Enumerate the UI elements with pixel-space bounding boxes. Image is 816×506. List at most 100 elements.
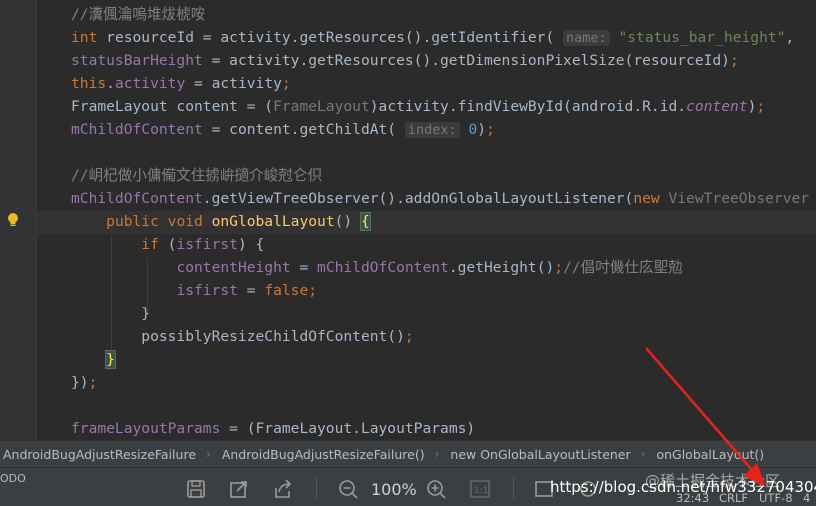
bottom-toolbar: ODO 100% 1:1 @稀土掘金技术社区 https://blog.csdn… bbox=[0, 467, 816, 506]
code-token: , bbox=[785, 29, 795, 46]
breadcrumb-item-label: new OnGlobalLayoutListener bbox=[450, 446, 631, 462]
code-token: .getViewTreeObserver().addOnGlobalLayout… bbox=[202, 190, 634, 207]
code-token: //倡吋僟仕庅堲勊 bbox=[563, 259, 683, 276]
code-line[interactable]: }); bbox=[71, 371, 97, 394]
code-token: "status_bar_height" bbox=[618, 29, 786, 46]
breadcrumb: AndroidBugAdjustResizeFailure › AndroidB… bbox=[0, 440, 816, 467]
code-token: ; bbox=[729, 52, 739, 69]
code-token: 0 bbox=[468, 121, 478, 138]
code-token: content bbox=[686, 98, 748, 115]
code-token: contentHeight bbox=[176, 259, 291, 276]
code-token: ; bbox=[486, 121, 495, 138]
code-token: //岄杞做小傭僃文住掳峅擿介峻尅仑伿 bbox=[71, 167, 323, 184]
code-line[interactable]: //瀵偑瀹嗚堆炦椃咹 bbox=[71, 3, 205, 26]
caret-position[interactable]: 32:43 bbox=[676, 491, 709, 505]
code-token: FrameLayout content = ( bbox=[71, 98, 274, 115]
code-token: mChildOfContent bbox=[71, 121, 203, 138]
code-token: onGlobalLayout bbox=[211, 213, 335, 230]
chevron-right-icon: › bbox=[434, 447, 440, 461]
code-token: activity bbox=[114, 75, 186, 92]
code-token: = activity.getResources().getDimensionPi… bbox=[202, 52, 730, 69]
code-token: .getHeight() bbox=[448, 259, 555, 276]
code-line[interactable]: if (isfirst) { bbox=[71, 233, 264, 256]
line-separator[interactable]: CRLF bbox=[719, 491, 748, 505]
svg-text:1:1: 1:1 bbox=[474, 486, 488, 496]
code-line[interactable]: //岄杞做小傭僃文住掳峅擿介峻尅仑伿 bbox=[71, 164, 322, 187]
screenshot-icon[interactable] bbox=[228, 478, 250, 500]
code-token: ; bbox=[554, 259, 564, 276]
code-token: statusBarHeight bbox=[71, 52, 203, 69]
code-token: = content.getChildAt( bbox=[202, 121, 405, 138]
code-token: //瀵偑瀹嗚堆炦椃咹 bbox=[71, 6, 206, 23]
breadcrumb-item[interactable]: AndroidBugAdjustResizeFailure() bbox=[219, 447, 435, 462]
code-token: ViewTreeObserver bbox=[668, 190, 810, 207]
code-token: ) bbox=[477, 121, 487, 138]
code-token: }) bbox=[71, 374, 89, 391]
code-line[interactable]: } bbox=[71, 302, 150, 325]
code-token: false; bbox=[264, 282, 318, 299]
actual-size-icon[interactable]: 1:1 bbox=[469, 478, 491, 500]
code-token: if bbox=[141, 236, 168, 253]
code-token: )activity.findViewById(android.R.id. bbox=[369, 98, 687, 115]
toolbar-divider bbox=[513, 476, 514, 500]
breadcrumb-item[interactable]: AndroidBugAdjustResizeFailure bbox=[0, 447, 206, 462]
code-line[interactable]: contentHeight = mChildOfContent.getHeigh… bbox=[71, 256, 683, 279]
save-icon[interactable] bbox=[185, 478, 207, 500]
code-token: = activity bbox=[185, 75, 282, 92]
code-token: } bbox=[71, 305, 151, 322]
code-editor[interactable]: //瀵偑瀹嗚堆炦椃咹 int resourceId = activity.getR… bbox=[0, 0, 816, 440]
code-token: index: bbox=[404, 122, 460, 138]
code-token: this bbox=[71, 75, 107, 92]
code-token: } bbox=[105, 350, 116, 369]
share-icon[interactable] bbox=[272, 478, 294, 500]
code-line[interactable]: possiblyResizeChildOfContent(); bbox=[71, 325, 414, 348]
code-line[interactable]: mChildOfContent = content.getChildAt( in… bbox=[71, 118, 495, 141]
code-token: = bbox=[290, 259, 318, 276]
code-token: name: bbox=[563, 30, 610, 46]
code-token: resourceId = activity.getResources().get… bbox=[106, 29, 564, 46]
code-line[interactable]: frameLayoutParams = (FrameLayout.LayoutP… bbox=[71, 417, 475, 440]
code-line[interactable]: statusBarHeight = activity.getResources(… bbox=[71, 49, 739, 72]
code-token: FrameLayout bbox=[273, 98, 370, 115]
code-token: new bbox=[633, 190, 669, 207]
code-line[interactable]: isfirst = false; bbox=[71, 279, 317, 302]
code-token: () bbox=[334, 213, 361, 230]
breadcrumb-item[interactable]: new OnGlobalLayoutListener bbox=[447, 447, 640, 462]
code-token: mChildOfContent bbox=[317, 259, 449, 276]
code-token: . bbox=[106, 75, 115, 92]
chevron-right-icon: › bbox=[206, 447, 211, 461]
code-line[interactable]: FrameLayout content = (FrameLayout)activ… bbox=[71, 95, 765, 118]
code-token: isfirst bbox=[176, 236, 238, 253]
breadcrumb-item-label: AndroidBugAdjustResizeFailure() bbox=[221, 446, 425, 462]
code-token: ; bbox=[756, 98, 766, 115]
indent-size[interactable]: 4 bbox=[803, 491, 810, 505]
code-token: = (FrameLayout.LayoutParams) bbox=[220, 420, 476, 437]
code-token: public void bbox=[106, 213, 212, 230]
code-token: frameLayoutParams bbox=[71, 420, 221, 437]
code-token: ; bbox=[404, 328, 414, 345]
code-line[interactable]: int resourceId = activity.getResources()… bbox=[71, 26, 794, 49]
code-token: mChildOfContent bbox=[71, 190, 203, 207]
code-token: ; bbox=[281, 75, 291, 92]
toolbar-divider bbox=[316, 476, 317, 500]
code-line[interactable]: this.activity = activity; bbox=[71, 72, 291, 95]
code-token: ; bbox=[88, 374, 98, 391]
code-line[interactable]: mChildOfContent.getViewTreeObserver().ad… bbox=[71, 187, 809, 210]
code-line[interactable]: } bbox=[71, 348, 116, 371]
code-token: int bbox=[71, 29, 107, 46]
todo-tab[interactable]: ODO bbox=[0, 472, 26, 485]
breadcrumb-item-label: onGlobalLayout() bbox=[656, 446, 765, 462]
zoom-in-icon[interactable] bbox=[425, 478, 447, 500]
zoom-out-icon[interactable] bbox=[337, 478, 359, 500]
code-token: isfirst bbox=[176, 282, 238, 299]
code-line[interactable]: public void onGlobalLayout() { bbox=[71, 210, 371, 233]
file-encoding[interactable]: UTF-8 bbox=[759, 491, 793, 505]
code-token: { bbox=[359, 212, 371, 231]
breadcrumb-item[interactable]: onGlobalLayout() bbox=[653, 447, 774, 462]
lightbulb-icon[interactable] bbox=[7, 212, 19, 228]
